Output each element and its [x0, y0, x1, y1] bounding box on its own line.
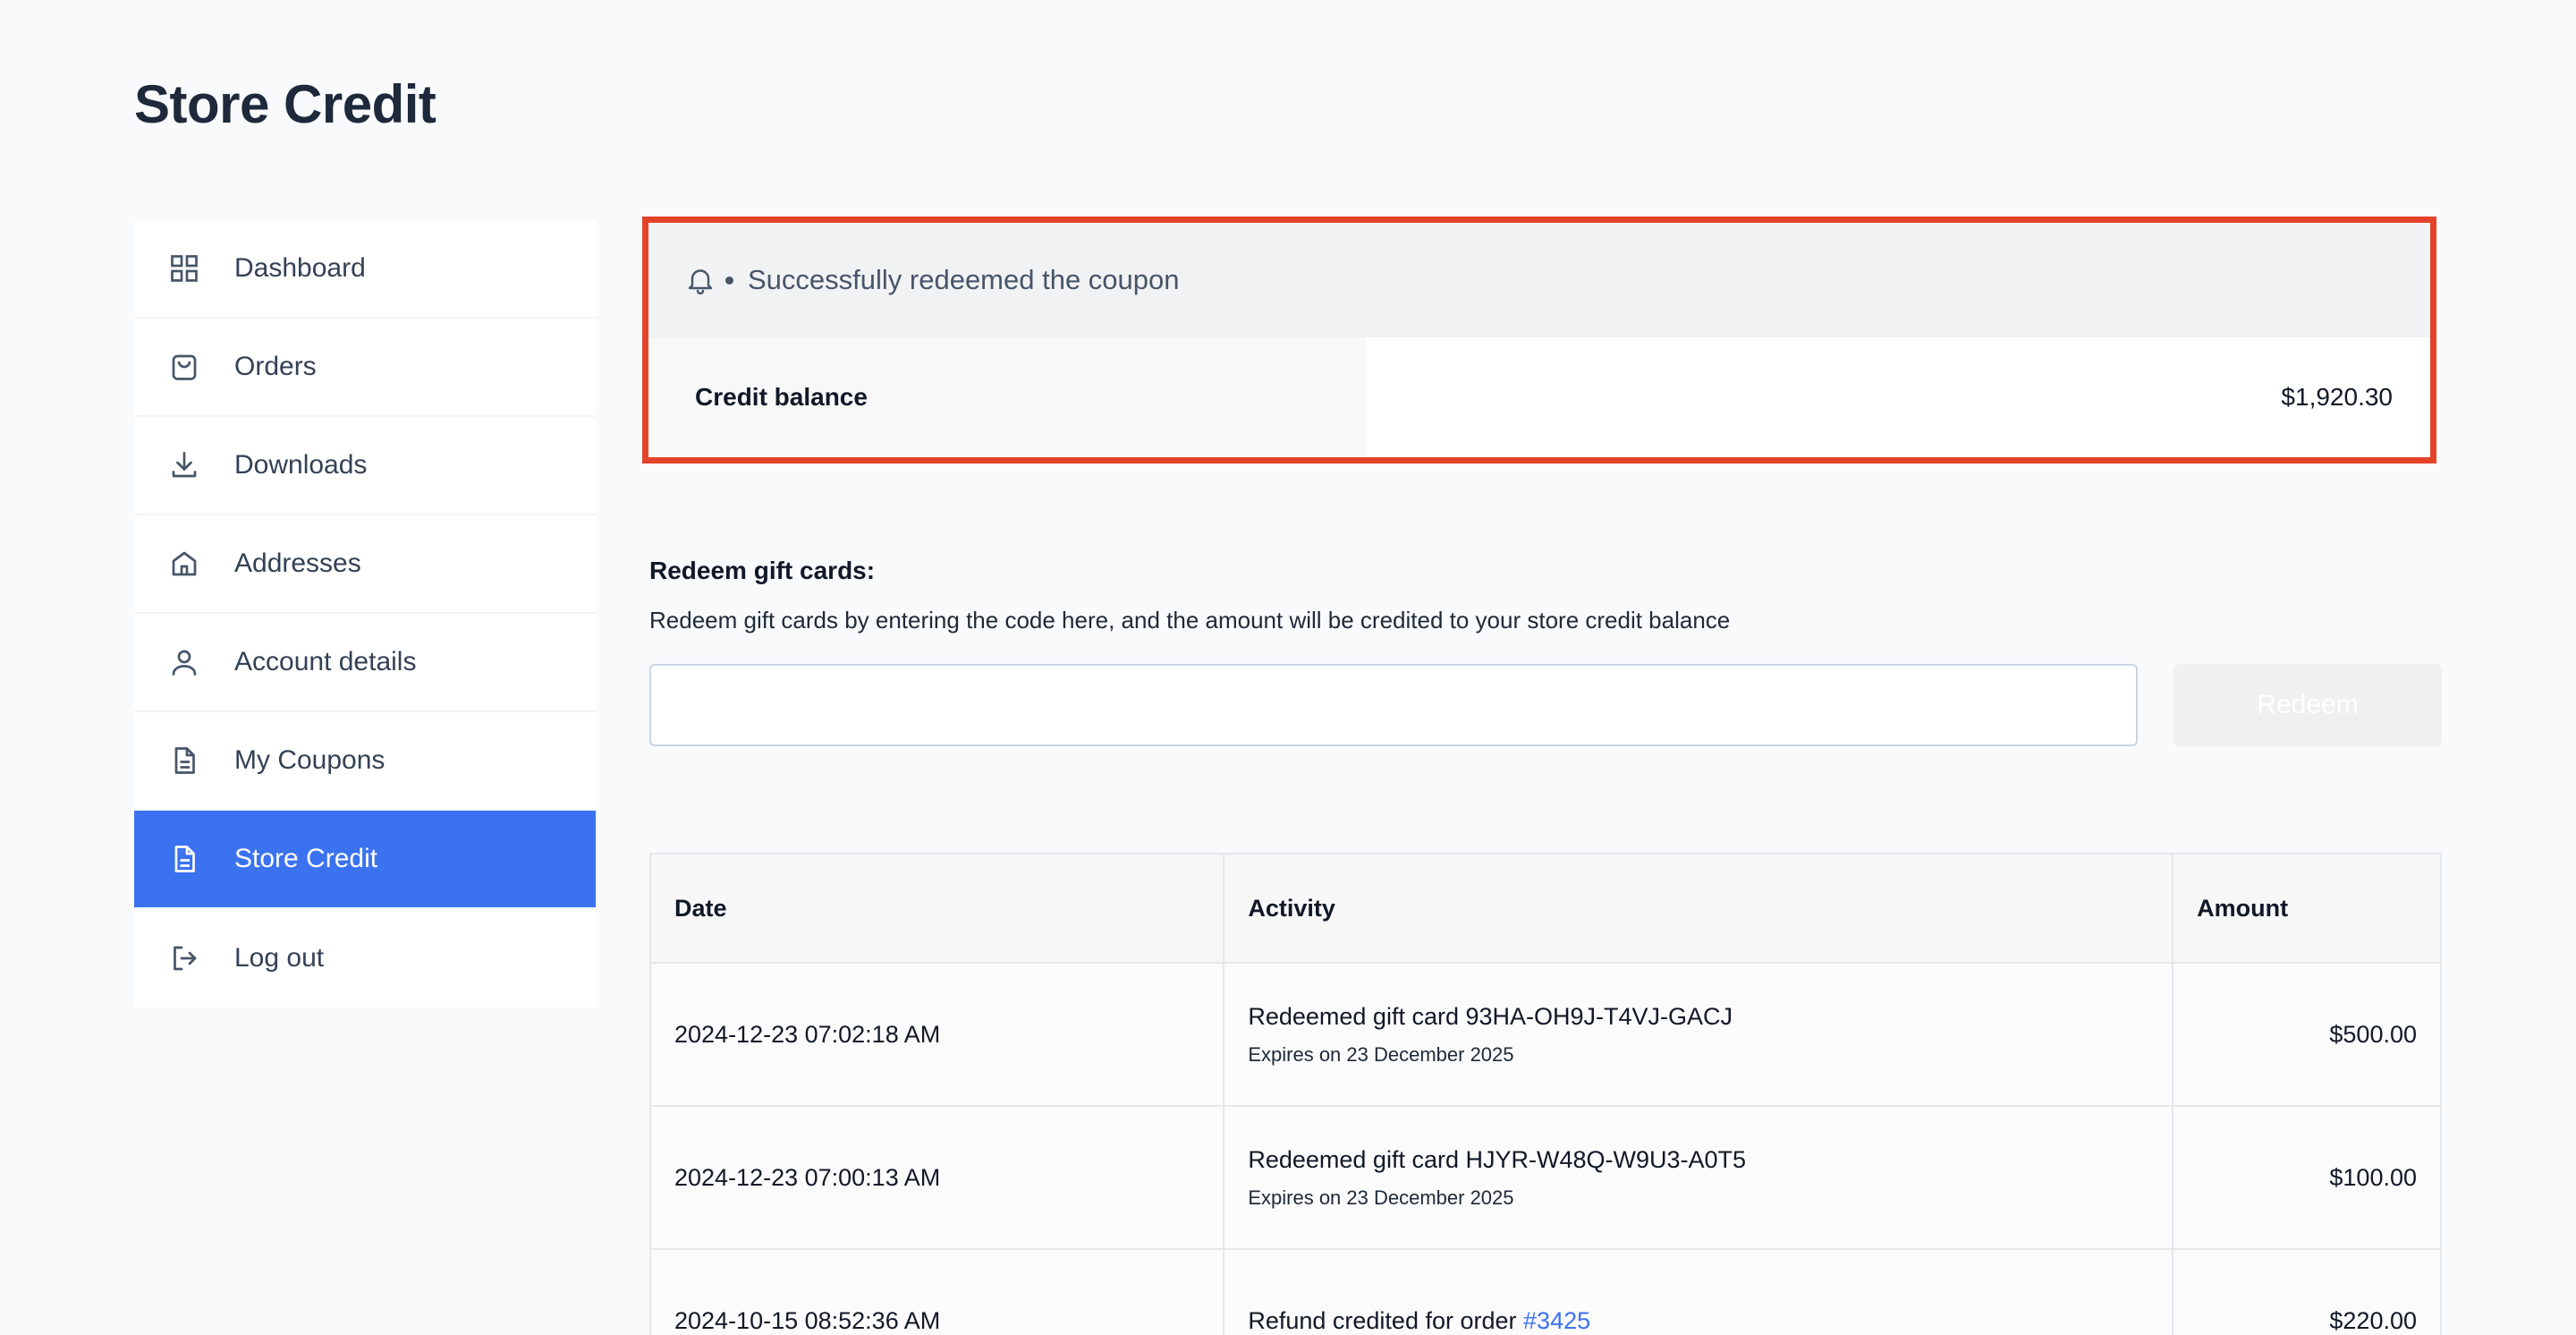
grid-icon: [168, 252, 200, 285]
sidebar-item-label: Dashboard: [234, 253, 366, 283]
cell-date: 2024-12-23 07:02:18 AM: [648, 962, 1225, 1107]
sidebar-item-addresses[interactable]: Addresses: [134, 515, 596, 614]
success-notice: Successfully redeemed the coupon: [648, 223, 2430, 337]
sidebar-item-downloads[interactable]: Downloads: [134, 417, 596, 515]
bullet-dot: [725, 276, 733, 285]
document-icon: [168, 744, 200, 777]
credit-history-table: Date Activity Amount 2024-12-23 07:02:18…: [648, 853, 2442, 1335]
activity-expiry: Expires on 23 December 2025: [1248, 1186, 1514, 1209]
sidebar-item-my-coupons[interactable]: My Coupons: [134, 712, 596, 811]
download-icon: [168, 449, 200, 481]
credit-balance-label: Credit balance: [648, 337, 1366, 457]
column-header-activity: Activity: [1223, 853, 2174, 964]
sidebar-item-label: Log out: [234, 943, 325, 973]
table-header-row: Date Activity Amount: [648, 853, 2442, 964]
sidebar-item-label: Orders: [234, 352, 317, 381]
sidebar-item-label: Addresses: [234, 548, 361, 578]
redeem-title: Redeem gift cards:: [649, 557, 876, 584]
page: Store Credit Dashboard Orders Downloads …: [0, 0, 2576, 1335]
cell-date: 2024-10-15 08:52:36 AM: [648, 1248, 1225, 1335]
sidebar-item-dashboard[interactable]: Dashboard: [134, 220, 596, 319]
column-header-date: Date: [648, 853, 1225, 964]
sidebar-item-account-details[interactable]: Account details: [134, 614, 596, 712]
notice-message: Successfully redeemed the coupon: [748, 264, 1180, 295]
redeem-button[interactable]: Redeem: [2174, 664, 2442, 746]
activity-text: Refund credited for order: [1248, 1306, 1517, 1334]
cell-amount: $100.00: [2172, 1105, 2442, 1250]
activity-text: Redeemed gift card HJYR-W48Q-W9U3-A0T5: [1248, 1145, 1747, 1173]
table-row: 2024-12-23 07:00:13 AM Redeemed gift car…: [648, 1105, 2442, 1250]
cell-date: 2024-12-23 07:00:13 AM: [648, 1105, 1225, 1250]
table-row: 2024-12-23 07:02:18 AM Redeemed gift car…: [648, 962, 2442, 1107]
gift-card-code-input[interactable]: [649, 664, 2138, 746]
order-link[interactable]: #3425: [1523, 1307, 1590, 1334]
sidebar-item-label: Downloads: [234, 450, 368, 480]
redeem-description: Redeem gift cards by entering the code h…: [649, 607, 1731, 633]
cell-activity: Redeemed gift card HJYR-W48Q-W9U3-A0T5 E…: [1223, 1105, 2174, 1250]
bag-icon: [168, 351, 200, 383]
activity-expiry: Expires on 23 December 2025: [1248, 1042, 1514, 1066]
document-icon: [168, 843, 200, 875]
activity-text: Redeemed gift card 93HA-OH9J-T4VJ-GACJ: [1248, 1002, 1733, 1030]
user-icon: [168, 646, 200, 678]
home-icon: [168, 548, 200, 580]
sidebar-item-log-out[interactable]: Log out: [134, 909, 596, 1008]
cell-activity: Redeemed gift card 93HA-OH9J-T4VJ-GACJ E…: [1223, 962, 2174, 1107]
sidebar-item-orders[interactable]: Orders: [134, 319, 596, 417]
sidebar-item-label: My Coupons: [234, 745, 386, 775]
credit-balance-value: $1,920.30: [2281, 383, 2393, 411]
page-title: Store Credit: [134, 74, 436, 134]
table-row: 2024-10-15 08:52:36 AM Refund credited f…: [648, 1248, 2442, 1335]
column-header-amount: Amount: [2172, 853, 2442, 964]
cell-amount: $220.00: [2172, 1248, 2442, 1335]
credit-balance-row: Credit balance $1,920.30: [648, 337, 2430, 457]
sidebar-item-label: Account details: [234, 647, 417, 676]
sidebar-item-store-credit[interactable]: Store Credit: [134, 811, 596, 909]
logout-icon: [168, 942, 200, 974]
cell-activity: Refund credited for order #3425: [1223, 1248, 2174, 1335]
sidebar-item-label: Store Credit: [234, 844, 378, 873]
cell-amount: $500.00: [2172, 962, 2442, 1107]
bell-icon: [688, 269, 713, 295]
sidebar: Dashboard Orders Downloads Addresses Acc…: [134, 220, 596, 1008]
